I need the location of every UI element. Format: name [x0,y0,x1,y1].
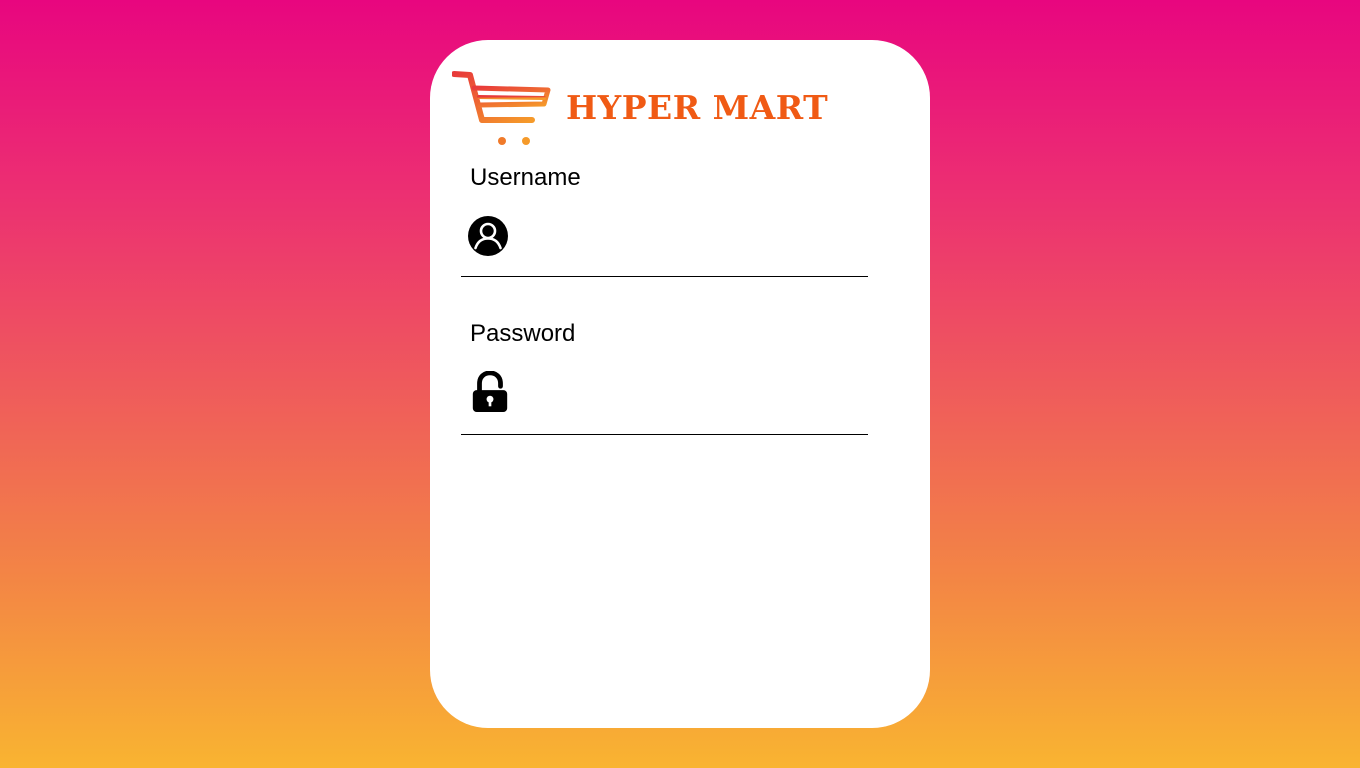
username-field [461,207,868,277]
brand-logo: HYPER MART [452,70,872,150]
username-label: Username [470,164,581,191]
password-field [461,365,868,435]
login-card: HYPER MART Username Password [430,40,930,728]
username-input[interactable] [523,217,853,257]
user-icon [468,216,508,256]
brand-name: HYPER MART [566,88,829,127]
lock-icon [472,371,508,413]
password-input[interactable] [523,375,853,415]
password-label: Password [470,320,576,347]
shopping-cart-icon [452,71,551,145]
